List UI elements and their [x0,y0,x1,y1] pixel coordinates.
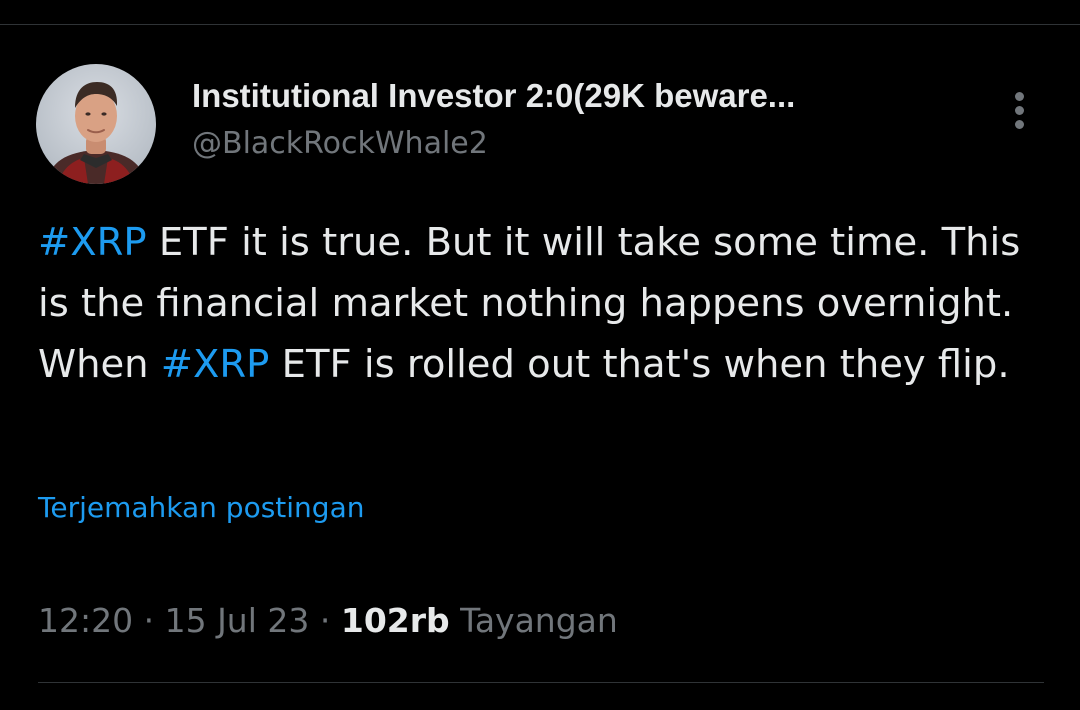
more-options-button[interactable] [1003,88,1037,132]
translate-post-link[interactable]: Terjemahkan postingan [38,488,364,528]
profile-photo-graphic [46,82,146,184]
author-handle[interactable]: @BlackRockWhale2 [192,124,488,164]
top-divider [0,24,1080,25]
tweet-time[interactable]: 12:20 [38,601,133,640]
more-vertical-icon-dot [1015,120,1024,129]
tweet-text: #XRP ETF it is true. But it will take so… [38,212,1048,395]
tweet-date[interactable]: 15 Jul 23 [165,601,310,640]
views-count: 102rb [340,601,450,640]
meta-separator: · [133,601,165,640]
hashtag-link[interactable]: #XRP [38,220,147,265]
meta-separator: · [309,601,341,640]
hashtag-link[interactable]: #XRP [161,342,270,387]
more-vertical-icon [1015,92,1024,101]
tweet-meta: 12:20 · 15 Jul 23 · 102rb Tayangan [38,598,618,644]
more-vertical-icon-dot [1015,106,1024,115]
tweet-text-segment: ETF is rolled out that's when they flip. [269,342,1010,387]
author-display-name[interactable]: Institutional Investor 2:0(29K beware... [192,74,795,118]
avatar[interactable] [36,64,156,184]
views-label: Tayangan [449,601,618,640]
bottom-divider [38,682,1044,683]
